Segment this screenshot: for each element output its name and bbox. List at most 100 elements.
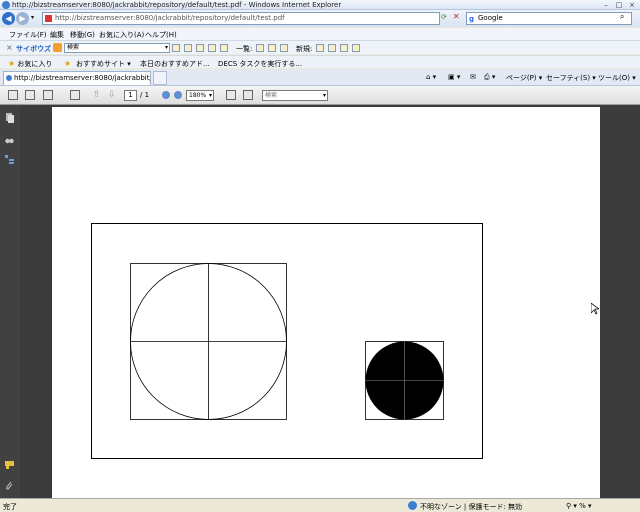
outer-frame bbox=[91, 223, 483, 459]
pdf-drawing bbox=[91, 223, 483, 459]
ie-logo-icon bbox=[2, 1, 10, 9]
window-title: http://bizstreamserver:8080/jackrabbit/r… bbox=[12, 1, 342, 9]
fav-addons[interactable]: 本日のおすすめアド... bbox=[140, 59, 210, 69]
zoom-level[interactable]: ⚲ ▾ % ▾ bbox=[566, 502, 592, 510]
zoom-in-icon[interactable] bbox=[174, 91, 182, 99]
tab-bar: http://bizstreamserver:8080/jackrabbit/r… bbox=[0, 69, 640, 86]
url-input[interactable]: http://bizstreamserver:8080/jackrabbit/r… bbox=[42, 12, 440, 25]
pdf-toolbar: ⇧ ⇩ 1 / 1 180% ▾ 検索 ▾ bbox=[0, 86, 640, 105]
cybozu-app-icon[interactable] bbox=[53, 43, 62, 52]
pdf-file-icon bbox=[45, 15, 52, 22]
zoom-out-icon[interactable] bbox=[162, 91, 170, 99]
chevron-down-icon: ▾ bbox=[208, 92, 212, 99]
pdf-page[interactable] bbox=[52, 107, 600, 498]
favorites-button[interactable]: ★ お気に入り bbox=[8, 59, 52, 69]
print-icon[interactable]: ⎙ ▾ bbox=[484, 73, 495, 82]
list-label: 一覧: bbox=[236, 45, 253, 53]
search-input[interactable]: g Google bbox=[466, 12, 632, 25]
new-tab-button[interactable] bbox=[153, 71, 167, 85]
page-total: / 1 bbox=[140, 91, 150, 99]
minimize-icon[interactable]: – bbox=[601, 1, 611, 9]
binoculars-icon[interactable] bbox=[5, 135, 14, 145]
fit-page-icon[interactable] bbox=[243, 90, 253, 100]
pdf-search-placeholder: 検索 bbox=[265, 92, 278, 99]
zoom-percent: % bbox=[579, 502, 586, 510]
tab-active[interactable]: http://bizstreamserver:8080/jackrabbit/r… bbox=[3, 71, 151, 85]
fav-recommended-sites[interactable]: おすすめサイト ▾ bbox=[76, 59, 131, 69]
status-text: 完了 bbox=[3, 503, 17, 511]
tools-menu[interactable]: ツール(O) ▾ bbox=[598, 73, 636, 83]
tool-icon-1[interactable] bbox=[184, 44, 192, 52]
menu-go[interactable]: 移動(G) bbox=[70, 30, 95, 40]
pages-icon[interactable] bbox=[5, 113, 14, 123]
cybozu-logo: サイボウズ bbox=[16, 45, 51, 53]
star-icon: ★ bbox=[8, 59, 16, 68]
fit-width-icon[interactable] bbox=[226, 90, 236, 100]
maximize-icon[interactable]: □ bbox=[614, 1, 624, 9]
favorites-bar: ★ お気に入り ★ おすすめサイト ▾ 本日のおすすめアド... DECS タス… bbox=[0, 55, 640, 68]
title-bar: http://bizstreamserver:8080/jackrabbit/r… bbox=[0, 0, 640, 10]
stop-icon[interactable]: ✕ bbox=[453, 12, 460, 21]
magnifier-icon[interactable] bbox=[172, 44, 180, 52]
pdf-side-panel bbox=[0, 105, 20, 498]
cybozu-toolbar: × サイボウズ 検索 ▾ 一覧: 新規: bbox=[0, 40, 640, 54]
zoom-value: 180% bbox=[189, 92, 207, 99]
refresh-icon[interactable]: ⟳ bbox=[441, 13, 447, 21]
share-icon[interactable] bbox=[43, 90, 53, 100]
history-dropdown-icon[interactable]: ▾ bbox=[31, 14, 34, 21]
list-icon-3[interactable] bbox=[280, 44, 288, 52]
prev-page-icon[interactable]: ⇧ bbox=[93, 90, 101, 100]
print-pdf-icon[interactable] bbox=[8, 90, 18, 100]
menu-favorites[interactable]: お気に入り(A) bbox=[99, 30, 144, 40]
new-icon-1[interactable] bbox=[316, 44, 324, 52]
address-bar: ◀ ▶ ▾ http://bizstreamserver:8080/jackra… bbox=[0, 10, 640, 27]
url-text: http://bizstreamserver:8080/jackrabbit/r… bbox=[55, 14, 285, 22]
menu-bar: ファイル(F) 編集 移動(G) お気に入り(A) ヘルプ(H) bbox=[0, 28, 640, 40]
tool-icon-4[interactable] bbox=[220, 44, 228, 52]
new-icon-3[interactable] bbox=[340, 44, 348, 52]
feeds-icon[interactable]: ▣ ▾ bbox=[448, 73, 460, 81]
search-icon[interactable]: ⌕ bbox=[620, 12, 624, 22]
status-bar: 完了 不明なゾーン | 保護モード: 無効 ⚲ ▾ % ▾ bbox=[0, 498, 640, 512]
fav-decs-task[interactable]: DECS タスクを実行する... bbox=[218, 59, 302, 69]
mouse-cursor-icon bbox=[591, 303, 599, 315]
attachment-icon[interactable] bbox=[5, 481, 14, 491]
close-toolbar-icon[interactable]: × bbox=[6, 43, 13, 52]
page-menu[interactable]: ページ(P) ▾ bbox=[506, 73, 542, 83]
bookmarks-icon[interactable] bbox=[5, 155, 14, 165]
new-icon-2[interactable] bbox=[328, 44, 336, 52]
mail-icon[interactable]: ✉ bbox=[470, 73, 476, 81]
home-icon[interactable]: ⌂ ▾ bbox=[426, 73, 436, 81]
new-icon-4[interactable] bbox=[352, 44, 360, 52]
new-label: 新規: bbox=[296, 45, 313, 53]
list-icon-1[interactable] bbox=[256, 44, 264, 52]
comments-icon[interactable] bbox=[5, 460, 14, 470]
zone-text[interactable]: 不明なゾーン | 保護モード: 無効 bbox=[420, 502, 522, 512]
page-number-input[interactable]: 1 bbox=[124, 90, 137, 101]
forward-icon[interactable]: ▶ bbox=[16, 12, 29, 25]
search-provider: Google bbox=[478, 14, 503, 22]
favorites-label: お気に入り bbox=[17, 60, 53, 68]
zoom-select[interactable]: 180% ▾ bbox=[186, 90, 214, 101]
list-icon-2[interactable] bbox=[268, 44, 276, 52]
close-icon[interactable]: × bbox=[627, 1, 637, 9]
safety-menu[interactable]: セーフティ(S) ▾ bbox=[546, 73, 596, 83]
tool-icon-3[interactable] bbox=[208, 44, 216, 52]
tab-page-icon bbox=[6, 75, 12, 81]
chevron-down-icon: ▾ bbox=[322, 92, 326, 99]
chevron-down-icon[interactable]: ▾ bbox=[165, 44, 168, 52]
save-pdf-icon[interactable] bbox=[25, 90, 35, 100]
next-page-icon[interactable]: ⇩ bbox=[108, 90, 116, 100]
pdf-search-input[interactable]: 検索 ▾ bbox=[262, 90, 328, 101]
menu-file[interactable]: ファイル(F) bbox=[9, 30, 47, 40]
globe-icon bbox=[408, 501, 417, 510]
back-icon[interactable]: ◀ bbox=[2, 12, 15, 25]
google-icon: g bbox=[469, 15, 475, 23]
tool-icon-2[interactable] bbox=[196, 44, 204, 52]
menu-edit[interactable]: 編集 bbox=[50, 30, 64, 40]
add-favorite-icon[interactable]: ★ bbox=[64, 59, 71, 68]
tab-label: http://bizstreamserver:8080/jackrabbit/r… bbox=[14, 74, 151, 82]
comment-icon[interactable] bbox=[70, 90, 80, 100]
cybozu-search-input[interactable]: 検索 ▾ bbox=[64, 43, 170, 53]
menu-help[interactable]: ヘルプ(H) bbox=[145, 30, 177, 40]
